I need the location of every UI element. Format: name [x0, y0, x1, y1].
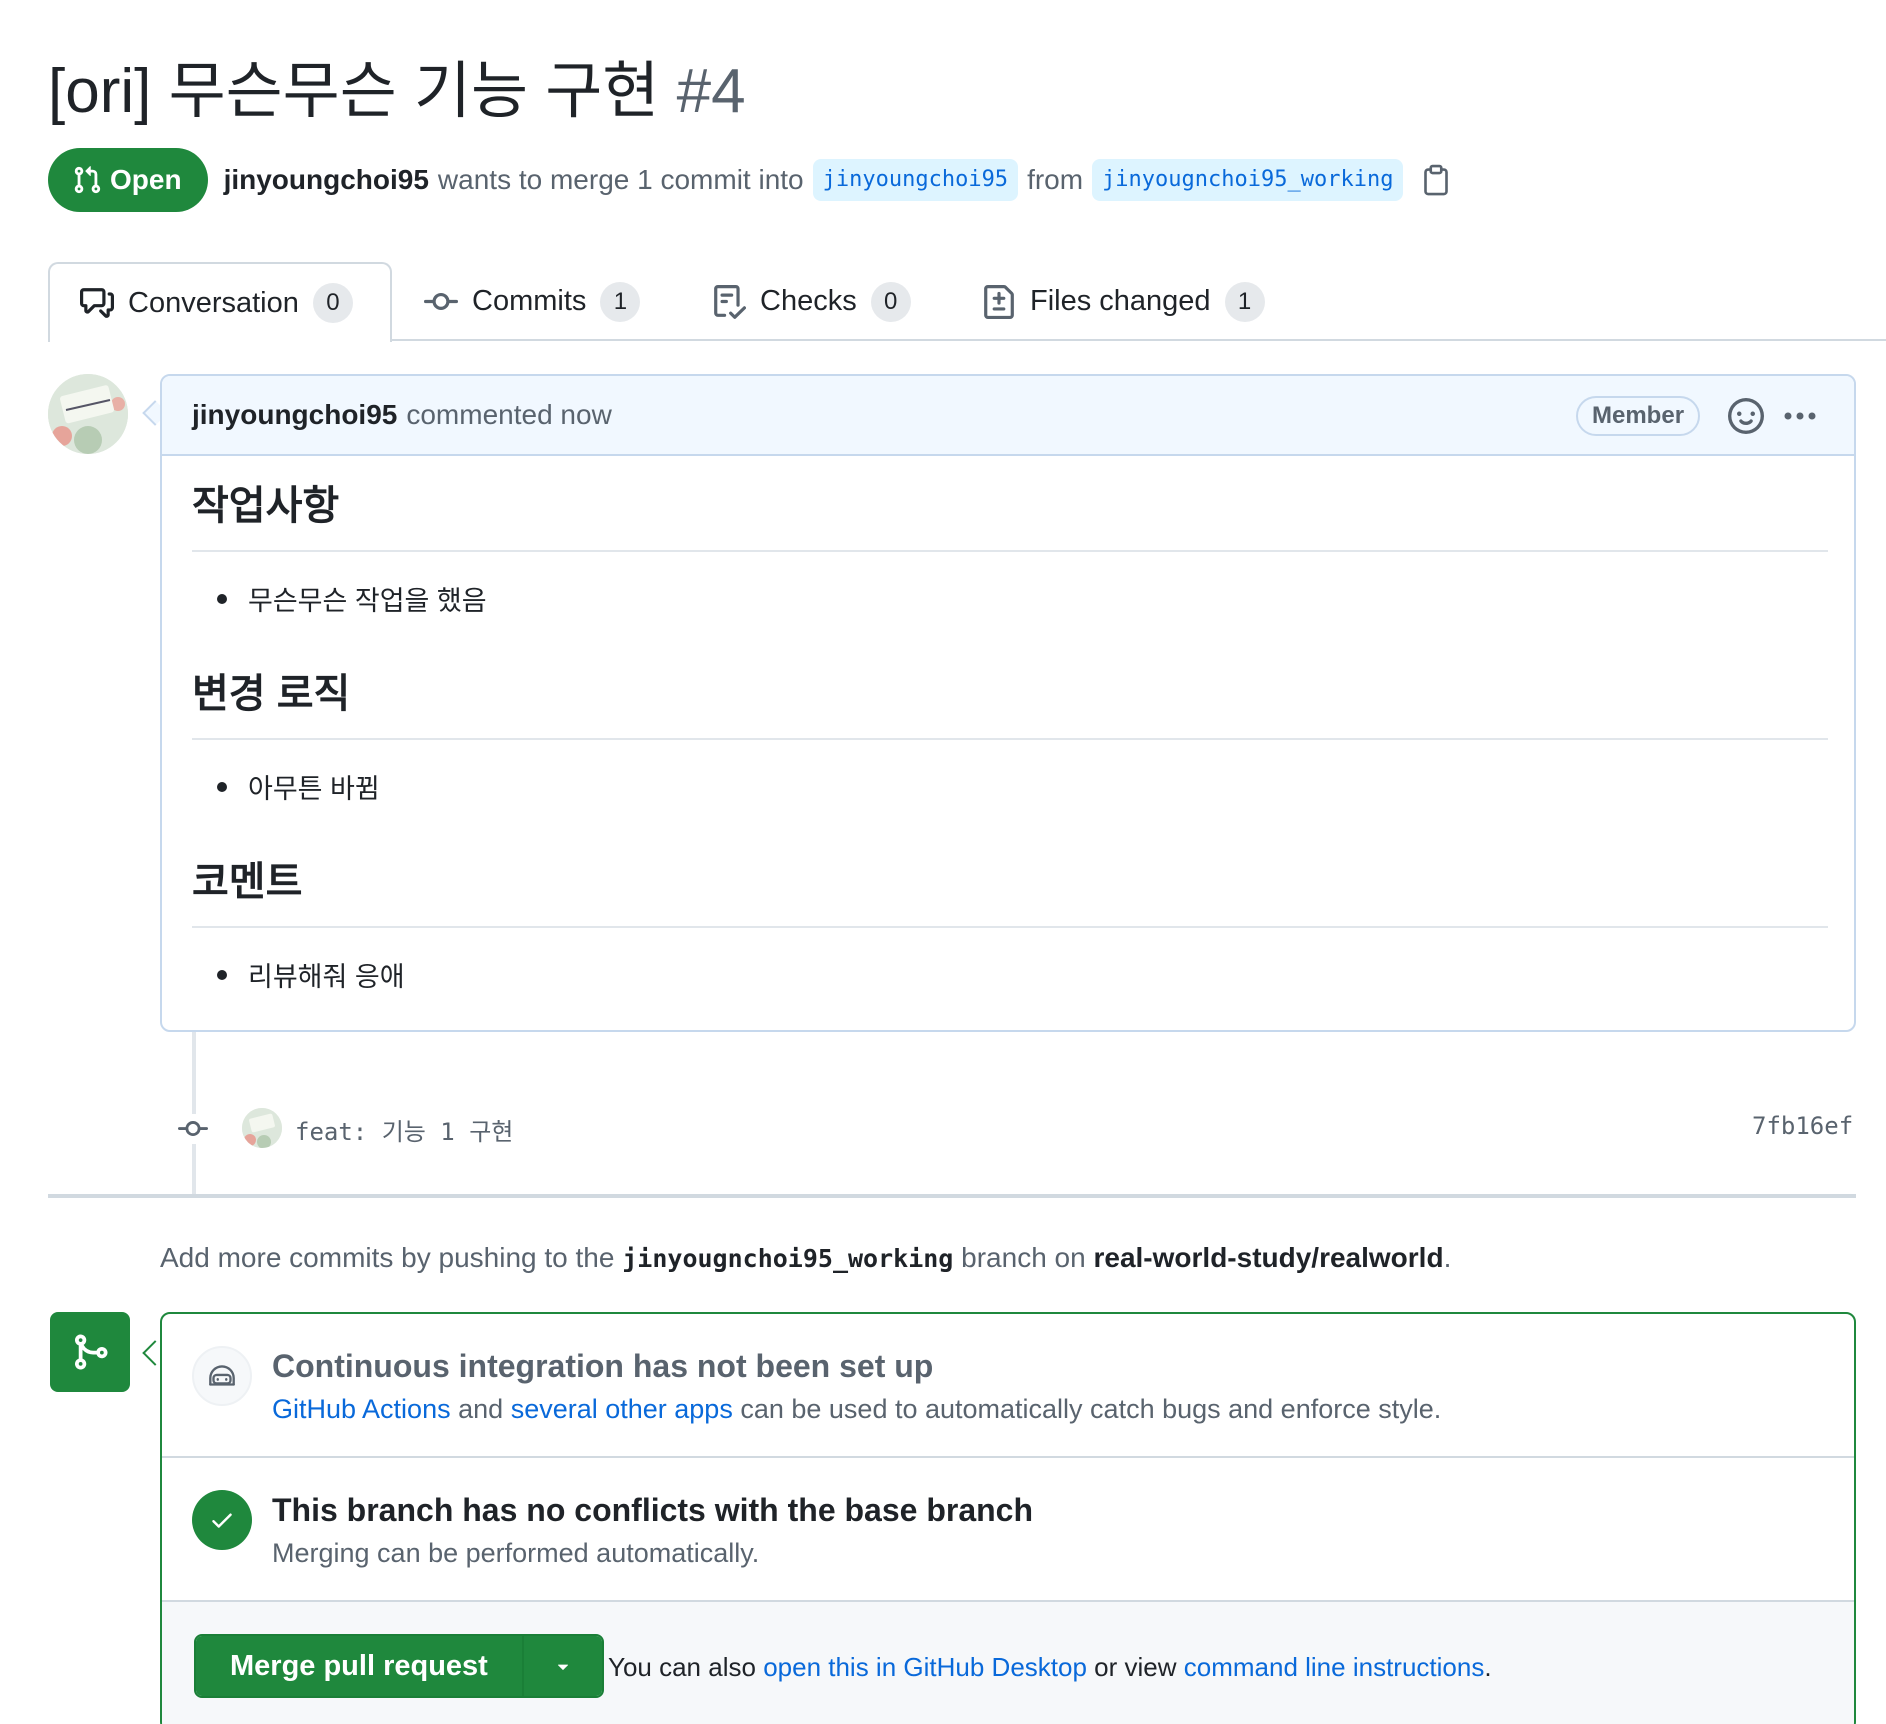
commit-sha-link[interactable]: 7fb16ef	[1752, 1112, 1853, 1140]
comment-header: jinyoungchoi95 commented now Member	[162, 376, 1854, 456]
robot-icon	[192, 1346, 252, 1406]
kebab-horizontal-icon[interactable]	[1780, 398, 1820, 434]
tab-commits[interactable]: Commits 1	[424, 262, 641, 341]
conflict-section: This branch has no conflicts with the ba…	[162, 1458, 1854, 1602]
markdown-list: 무슨무슨 작업을 했음	[192, 552, 1828, 644]
push-hint-suffix: .	[1443, 1242, 1452, 1273]
conflict-title: This branch has no conflicts with the ba…	[272, 1492, 1034, 1528]
file-diff-icon	[984, 284, 1014, 319]
tab-conversation-count: 0	[312, 283, 353, 323]
tab-checks-count: 0	[870, 281, 911, 322]
checklist-icon	[714, 284, 746, 319]
merge-action-section: Merge pull request You can also open thi…	[162, 1602, 1854, 1724]
commit-message-link[interactable]: feat: 기능 1 구현	[295, 1112, 513, 1147]
push-hint-prefix: Add more commits by pushing to the	[160, 1242, 615, 1273]
alt-prefix: You can also	[608, 1652, 756, 1682]
push-hint: Add more commits by pushing to the jinyo…	[160, 1242, 1451, 1274]
repo-link[interactable]: real-world-study/realworld	[1093, 1242, 1443, 1273]
other-apps-link[interactable]: several other apps	[511, 1394, 733, 1424]
pr-merge-summary: jinyoungchoi95 wants to merge 1 commit i…	[224, 159, 1453, 201]
github-actions-link[interactable]: GitHub Actions	[272, 1394, 451, 1424]
triangle-down-icon	[557, 1664, 568, 1670]
merge-text: wants to merge 1 commit into	[437, 164, 804, 195]
check-icon	[192, 1490, 252, 1550]
copy-branch-icon[interactable]	[1422, 163, 1452, 197]
merge-method-dropdown-button[interactable]	[521, 1636, 602, 1696]
pr-meta-row: Open jinyoungchoi95 wants to merge 1 com…	[48, 148, 1452, 212]
ci-section: Continuous integration has not been set …	[162, 1314, 1854, 1458]
comment-discussion-icon	[80, 288, 114, 318]
comment-action: commented now	[406, 399, 612, 430]
list-item: 아무튼 바뀜	[192, 767, 380, 806]
markdown-heading: 변경 로직	[192, 644, 1828, 740]
member-badge: Member	[1576, 396, 1701, 436]
pr-author-link[interactable]: jinyoungchoi95	[224, 164, 429, 196]
state-label: Open	[110, 164, 182, 195]
tab-files-changed[interactable]: Files changed 1	[982, 262, 1265, 341]
tab-commits-count: 1	[600, 281, 641, 322]
git-pull-request-icon	[74, 166, 101, 194]
tab-files-changed-label: Files changed	[1030, 285, 1211, 317]
pr-title-text: [ori] 무슨무슨 기능 구현	[48, 57, 660, 126]
commit-author-avatar[interactable]	[242, 1108, 282, 1148]
page-title: [ori] 무슨무슨 기능 구현 #4	[48, 52, 746, 132]
timeline-end-divider	[48, 1194, 1856, 1198]
pr-number: #4	[676, 57, 746, 126]
merge-box: Continuous integration has not been set …	[160, 1312, 1856, 1724]
comment-author-link[interactable]: jinyoungchoi95	[192, 399, 397, 431]
push-hint-branch: jinyougnchoi95_working	[622, 1244, 954, 1273]
tab-commits-label: Commits	[472, 285, 587, 317]
tab-conversation-label: Conversation	[128, 286, 299, 319]
git-commit-icon	[424, 292, 458, 310]
head-branch-link[interactable]: jinyougnchoi95_working	[1092, 159, 1404, 201]
ci-title: Continuous integration has not been set …	[272, 1348, 934, 1384]
merge-button-group: Merge pull request	[194, 1634, 604, 1698]
command-line-instructions-link[interactable]: command line instructions	[1184, 1652, 1485, 1682]
base-branch-link[interactable]: jinyoungchoi95	[812, 159, 1019, 201]
list-item: 리뷰해줘 응애	[192, 955, 405, 994]
state-badge: Open	[48, 148, 208, 212]
smiley-icon[interactable]	[1728, 398, 1764, 434]
from-text: from	[1027, 164, 1084, 195]
ci-description: GitHub Actions and several other apps ca…	[272, 1394, 1441, 1425]
github-desktop-link[interactable]: open this in GitHub Desktop	[763, 1652, 1087, 1682]
tab-conversation[interactable]: Conversation 0	[48, 262, 392, 342]
ci-rest-text: can be used to automatically catch bugs …	[740, 1394, 1442, 1424]
tab-checks[interactable]: Checks 0	[712, 262, 911, 341]
push-hint-middle: branch on	[961, 1242, 1086, 1273]
avatar[interactable]	[48, 374, 128, 454]
merge-alternatives: You can also open this in GitHub Desktop…	[608, 1652, 1492, 1683]
markdown-list: 아무튼 바뀜	[192, 740, 1828, 832]
markdown-list: 리뷰해줘 응애	[192, 928, 1828, 1020]
tab-files-changed-count: 1	[1224, 281, 1265, 322]
merge-pull-request-button[interactable]: Merge pull request	[196, 1636, 522, 1696]
comment-body: 작업사항 무슨무슨 작업을 했음 변경 로직 아무튼 바뀜 코멘트 리뷰해줘 응…	[192, 456, 1828, 1020]
tab-checks-label: Checks	[760, 285, 857, 317]
markdown-heading: 코멘트	[192, 832, 1828, 928]
markdown-heading: 작업사항	[192, 456, 1828, 552]
alt-middle: or view	[1094, 1652, 1177, 1682]
pr-description-comment: jinyoungchoi95 commented now Member 작업사항…	[160, 374, 1856, 1032]
git-merge-icon	[50, 1312, 130, 1392]
ci-and-text: and	[458, 1394, 504, 1424]
git-commit-icon	[176, 1114, 212, 1144]
conflict-description: Merging can be performed automatically.	[272, 1538, 760, 1568]
alt-suffix: .	[1484, 1652, 1492, 1682]
list-item: 무슨무슨 작업을 했음	[192, 579, 487, 618]
